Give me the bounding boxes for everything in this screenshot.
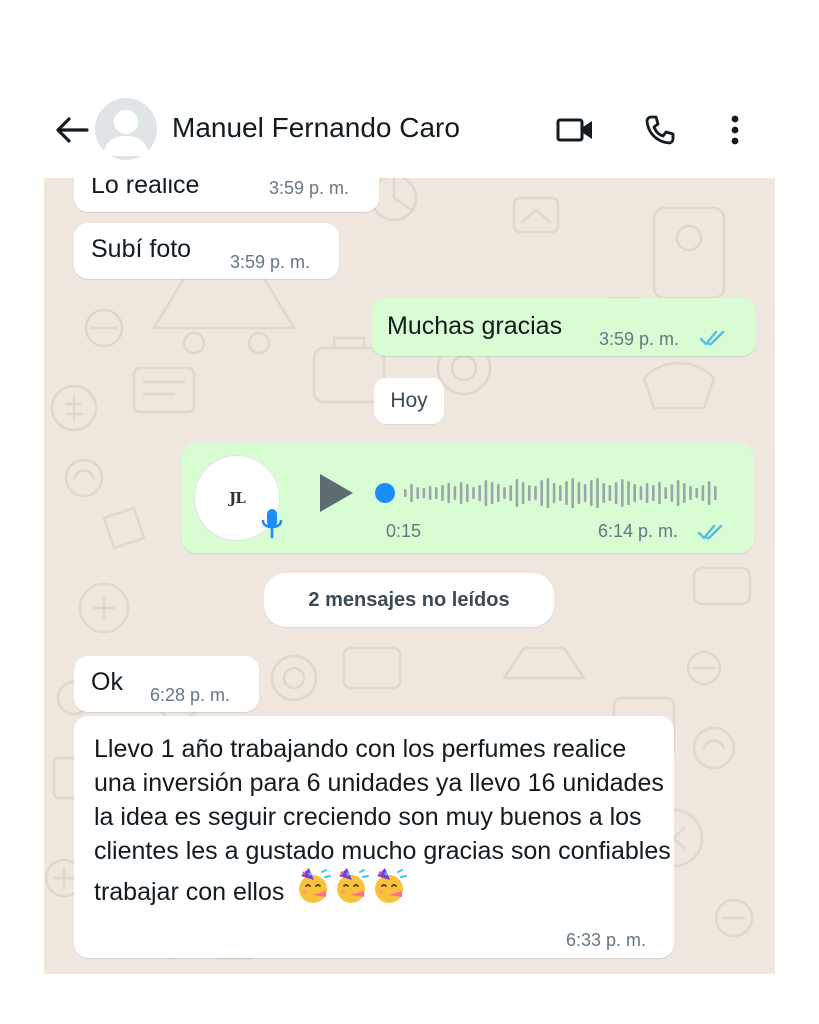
waveform-bar	[447, 483, 450, 503]
waveform-bar	[571, 478, 574, 508]
voice-message[interactable]: JL 0:15 6:14 p. m.	[182, 443, 754, 553]
waveform-bar	[583, 484, 587, 502]
waveform-bar	[540, 480, 543, 506]
waveform-bar	[435, 487, 438, 499]
waveform-bar	[515, 479, 519, 507]
waveform-bar	[404, 489, 407, 497]
waveform-bar	[546, 478, 550, 508]
voice-duration: 0:15	[386, 521, 422, 541]
waveform-bar	[608, 485, 612, 501]
unread-separator: 2 mensajes no leídos	[264, 573, 554, 627]
message-time: 6:33 p. m.	[566, 930, 647, 950]
voice-waveform[interactable]	[404, 473, 724, 513]
waveform-bar	[664, 487, 667, 499]
waveform-bar	[658, 482, 661, 504]
waveform-bar	[497, 484, 500, 502]
waveform-bar	[596, 478, 599, 508]
waveform-bar	[484, 480, 488, 506]
waveform-bar	[441, 485, 444, 501]
waveform-bar	[602, 483, 605, 503]
waveform-bar	[683, 483, 686, 503]
incoming-message[interactable]: Subí foto 3:59 p. m.	[74, 223, 339, 279]
waveform-bar	[490, 482, 494, 504]
play-icon[interactable]	[316, 471, 356, 515]
message-time: 3:59 p. m.	[230, 252, 311, 272]
mic-icon	[261, 509, 283, 539]
waveform-bar	[503, 487, 506, 499]
outgoing-message[interactable]: Muchas gracias 3:59 p. m.	[371, 298, 756, 356]
avatar-placeholder-icon	[103, 110, 149, 156]
waveform-bar	[670, 484, 674, 502]
waveform-bar	[565, 481, 568, 505]
read-ticks-icon	[697, 524, 723, 540]
waveform-bar	[428, 486, 432, 500]
date-label: Hoy	[390, 389, 428, 412]
waveform-bar	[590, 480, 593, 506]
waveform-bar	[639, 486, 643, 500]
waveform-bar	[701, 485, 705, 501]
waveform-bar	[416, 487, 419, 499]
waveform-bar	[621, 479, 624, 507]
message-time: 6:28 p. m.	[150, 685, 231, 705]
incoming-message[interactable]: Llevo 1 año trabajando con los perfumes …	[74, 716, 674, 958]
message-text: Llevo 1 año trabajando con los perfumes …	[94, 732, 674, 915]
waveform-bar	[422, 488, 426, 498]
message-text: Muchas gracias	[387, 312, 563, 340]
waveform-bar	[528, 485, 531, 501]
waveform-bar	[453, 486, 457, 500]
contact-name[interactable]: Manuel Fernando Caro	[172, 112, 460, 144]
contact-avatar[interactable]	[95, 98, 157, 160]
message-time: 3:59 p. m.	[269, 178, 350, 198]
unread-label: 2 mensajes no leídos	[308, 588, 510, 611]
voice-seek-handle[interactable]	[375, 483, 395, 503]
video-call-icon[interactable]	[555, 110, 595, 150]
waveform-bar	[559, 485, 562, 501]
waveform-bar	[689, 486, 692, 500]
waveform-bar	[676, 480, 680, 506]
waveform-bar	[627, 481, 630, 505]
party-face-emoji-icon	[295, 868, 413, 915]
waveform-bar	[695, 488, 698, 498]
party-face-emoji	[375, 868, 408, 903]
waveform-bar	[521, 482, 525, 504]
chat-area[interactable]: Lo realice 3:59 p. m. Subí foto 3:59 p. …	[44, 178, 775, 974]
waveform-bar	[652, 485, 655, 501]
voice-sender-logo: JL	[229, 489, 246, 507]
message-text: Subí foto	[91, 235, 192, 263]
phone-icon[interactable]	[640, 110, 680, 150]
incoming-message[interactable]: Ok 6:28 p. m.	[74, 656, 259, 712]
waveform-bar	[645, 483, 649, 503]
waveform-bar	[552, 483, 556, 503]
read-ticks-icon	[699, 330, 725, 346]
waveform-bar	[707, 481, 711, 505]
waveform-bar	[478, 485, 481, 501]
chat-header: Manuel Fernando Caro	[0, 90, 819, 170]
message-time: 3:59 p. m.	[599, 329, 680, 349]
waveform-bar	[472, 487, 475, 499]
waveform-bar	[633, 484, 636, 502]
more-vertical-icon[interactable]	[715, 110, 755, 150]
waveform-bar	[534, 486, 537, 500]
party-face-emoji	[299, 868, 332, 903]
message-text: Ok	[91, 668, 123, 696]
waveform-bar	[466, 484, 469, 502]
waveform-bar	[509, 485, 512, 501]
waveform-bar	[614, 482, 618, 504]
back-arrow-icon[interactable]	[52, 110, 92, 150]
incoming-message[interactable]: Lo realice 3:59 p. m.	[74, 178, 379, 212]
party-face-emoji	[337, 868, 370, 903]
message-text: Lo realice	[91, 178, 200, 199]
waveform-bar	[577, 482, 581, 504]
message-time: 6:14 p. m.	[598, 521, 679, 541]
waveform-bar	[410, 484, 413, 502]
waveform-bar	[714, 486, 717, 500]
date-separator: Hoy	[374, 378, 444, 424]
waveform-bar	[459, 482, 463, 504]
